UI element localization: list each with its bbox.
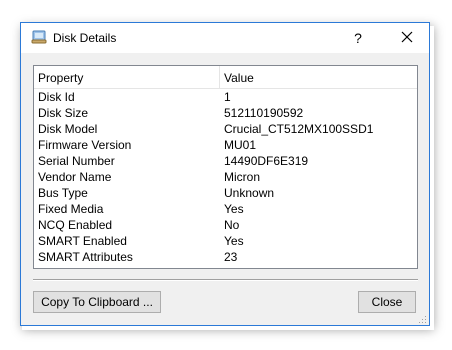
property-cell: NCQ Enabled: [38, 218, 113, 232]
list-item[interactable]: Fixed Media Yes: [34, 201, 417, 217]
property-cell: Firmware Version: [38, 138, 132, 152]
value-cell: No: [224, 218, 240, 232]
copy-to-clipboard-button[interactable]: Copy To Clipboard ...: [33, 291, 161, 313]
list-rows: Disk Id 1 Disk Size 512110190592 Disk Mo…: [34, 89, 417, 265]
column-header-value[interactable]: Value: [224, 71, 254, 85]
list-item[interactable]: Firmware Version MU01: [34, 137, 417, 153]
property-cell: Disk Model: [38, 122, 98, 136]
column-divider[interactable]: [219, 66, 220, 88]
list-item[interactable]: Bus Type Unknown: [34, 185, 417, 201]
disk-properties-list[interactable]: Property Value Disk Id 1 Disk Size 51211…: [33, 65, 418, 269]
value-cell: 14490DF6E319: [224, 154, 309, 168]
window-title: Disk Details: [53, 31, 117, 45]
list-item[interactable]: Disk Model Crucial_CT512MX100SSD1: [34, 121, 417, 137]
list-item[interactable]: Disk Size 512110190592: [34, 105, 417, 121]
list-item[interactable]: Vendor Name Micron: [34, 169, 417, 185]
separator-line: [33, 279, 418, 281]
resize-grip-icon[interactable]: [417, 313, 427, 323]
value-cell: Yes: [224, 202, 244, 216]
property-cell: SMART Enabled: [38, 234, 127, 248]
value-cell: Crucial_CT512MX100SSD1: [224, 122, 374, 136]
list-item[interactable]: NCQ Enabled No: [34, 217, 417, 233]
title-bar[interactable]: Disk Details ?: [21, 23, 429, 53]
value-cell: 1: [224, 90, 231, 104]
property-cell: SMART Attributes: [38, 250, 133, 264]
close-window-button[interactable]: [385, 23, 429, 53]
property-cell: Fixed Media: [38, 202, 104, 216]
list-item[interactable]: Serial Number 14490DF6E319: [34, 153, 417, 169]
value-cell: Micron: [224, 170, 261, 184]
property-cell: Disk Size: [38, 106, 89, 120]
value-cell: Unknown: [224, 186, 275, 200]
list-item[interactable]: SMART Enabled Yes: [34, 233, 417, 249]
property-cell: Vendor Name: [38, 170, 112, 184]
property-cell: Disk Id: [38, 90, 75, 104]
close-icon: [401, 31, 413, 46]
value-cell: 23: [224, 250, 238, 264]
help-button[interactable]: ?: [341, 23, 375, 53]
value-cell: 512110190592: [224, 106, 304, 120]
property-cell: Serial Number: [38, 154, 115, 168]
property-cell: Bus Type: [38, 186, 88, 200]
value-cell: MU01: [224, 138, 257, 152]
value-cell: Yes: [224, 234, 244, 248]
list-item[interactable]: Disk Id 1: [34, 89, 417, 105]
list-item[interactable]: SMART Attributes 23: [34, 249, 417, 265]
disk-icon: [31, 29, 47, 45]
column-header-property[interactable]: Property: [38, 71, 83, 85]
close-button[interactable]: Close: [358, 291, 416, 313]
disk-details-dialog: Disk Details ? Property Value Disk Id 1 …: [20, 22, 430, 326]
list-header: Property Value: [34, 66, 417, 89]
